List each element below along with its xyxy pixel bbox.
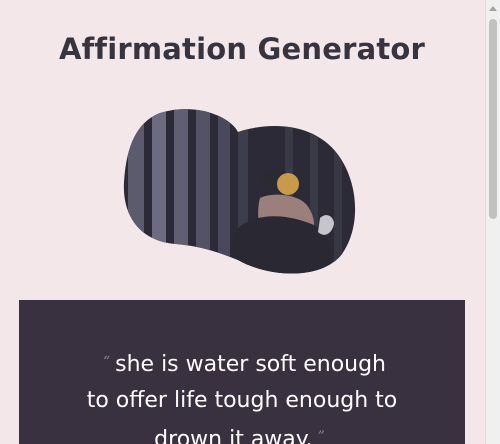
affirmation-quote: “she is water soft enough to offer life … [19, 344, 465, 444]
scrollbar-thumb[interactable] [489, 19, 497, 219]
quote-line-1-text: she is water soft enough [115, 352, 387, 377]
quote-line-1: “she is water soft enough [19, 344, 465, 383]
scroll-up-arrow-icon[interactable] [489, 6, 497, 11]
quote-line-2: to offer life tough enough to [86, 388, 398, 413]
affirmation-image [123, 109, 356, 274]
open-quote-icon: “ [102, 354, 111, 370]
quote-line-3-text: drown it away. [154, 427, 313, 444]
close-quote-icon: ” [317, 429, 325, 444]
quote-line-3: drown it away. ” [19, 419, 465, 444]
vertical-scrollbar[interactable] [485, 0, 500, 444]
page-title: Affirmation Generator [58, 32, 426, 66]
app-viewport: Affirmation Generator “she is water soft… [0, 0, 500, 444]
